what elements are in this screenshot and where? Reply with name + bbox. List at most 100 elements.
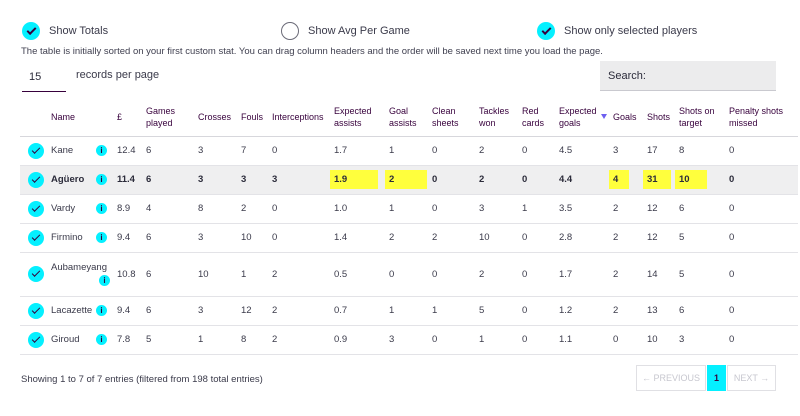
cell-xg: 4.4: [556, 165, 610, 195]
row-select-checkbox[interactable]: [28, 200, 44, 217]
cell-shots: 17: [644, 136, 676, 166]
column-header-shots-on-target[interactable]: Shots on target: [676, 98, 726, 137]
cell-xa: 0.5: [331, 252, 386, 297]
cell-shots: 12: [644, 194, 676, 224]
cell-interceptions: 2: [269, 325, 331, 355]
cell-games: 6: [143, 252, 195, 297]
cell-xa: 1.7: [331, 136, 386, 166]
row-select-checkbox[interactable]: [28, 171, 44, 188]
cell-goals: 0: [610, 325, 644, 355]
entries-info: Showing 1 to 7 of 7 entries (filtered fr…: [21, 374, 263, 385]
highlighted-value: 2: [385, 170, 427, 189]
column-header-clean-sheets[interactable]: Clean sheets: [429, 98, 476, 137]
cell-fouls: 12: [238, 296, 269, 326]
cell-interceptions: 0: [269, 194, 331, 224]
table-row[interactable]: Aubameyang i 10.8 6 10 1 2 0.5 0 0 2 0 1.7 2 14 5 0: [20, 252, 798, 297]
cell-xa: 1.0: [331, 194, 386, 224]
page-1-button[interactable]: 1: [707, 365, 726, 391]
cell-crosses: 10: [195, 252, 238, 297]
column-header-expected-assists[interactable]: Expected assists: [331, 98, 386, 137]
column-header-fouls[interactable]: Fouls: [238, 98, 269, 137]
info-icon[interactable]: i: [96, 203, 107, 214]
cell-pen: 0: [726, 252, 798, 297]
cell-sot: 5: [676, 252, 726, 297]
show-totals-checkbox[interactable]: [22, 22, 40, 40]
check-icon: [31, 231, 41, 241]
player-name: Giroud: [51, 334, 80, 345]
table-row[interactable]: Agüero i 11.4 6 3 3 3 1.9 2 0 2 0 4.4 4 31 10 0: [20, 165, 798, 195]
info-icon[interactable]: i: [96, 174, 107, 185]
column-header-shots[interactable]: Shots: [644, 98, 676, 137]
show-avg-checkbox[interactable]: [281, 22, 299, 40]
cell-xg: 1.1: [556, 325, 610, 355]
player-name-cell: Firmino i: [48, 223, 114, 253]
column-header-tackles-won[interactable]: Tackles won: [476, 98, 519, 137]
row-select-checkbox[interactable]: [28, 229, 44, 246]
show-avg-option[interactable]: Show Avg Per Game: [281, 20, 410, 42]
cell-interceptions: 3: [269, 165, 331, 195]
row-select-cell: [20, 296, 48, 326]
column-header-select: [20, 98, 48, 137]
records-per-page-select[interactable]: 15: [22, 62, 66, 92]
cell-red: 0: [519, 223, 556, 253]
column-header-goals[interactable]: Goals: [610, 98, 644, 137]
cell-interceptions: 0: [269, 223, 331, 253]
search-input[interactable]: Search:: [600, 61, 776, 91]
column-header-games-played[interactable]: Games played: [143, 98, 195, 137]
info-icon[interactable]: i: [99, 275, 110, 286]
cell-pen: 0: [726, 296, 798, 326]
show-selected-checkbox[interactable]: [537, 22, 555, 40]
info-icon[interactable]: i: [96, 334, 107, 345]
cell-crosses: 3: [195, 165, 238, 195]
column-header-crosses[interactable]: Crosses: [195, 98, 238, 137]
cell-tackles: 2: [476, 252, 519, 297]
table-row[interactable]: Vardy i 8.9 4 8 2 0 1.0 1 0 3 1 3.5 2 12 6 0: [20, 194, 798, 224]
column-header-name[interactable]: Name: [48, 98, 114, 137]
row-select-checkbox[interactable]: [28, 266, 44, 282]
cell-red: 1: [519, 194, 556, 224]
player-name-cell: Lacazette i: [48, 296, 114, 326]
cell-shots: 31: [643, 165, 676, 195]
table-row[interactable]: Firmino i 9.4 6 3 10 0 1.4 2 2 10 0 2.8 2 12 5 0: [20, 223, 798, 253]
cell-goals: 4: [609, 165, 644, 195]
cell-price: 7.8: [114, 325, 143, 355]
column-header-goal-assists[interactable]: Goal assists: [386, 98, 429, 137]
cell-fouls: 7: [238, 136, 269, 166]
check-icon: [31, 304, 41, 314]
stats-table: Name £ Games played Crosses Fouls Interc…: [20, 98, 798, 355]
cell-clean: 0: [429, 325, 476, 355]
column-header-interceptions[interactable]: Interceptions: [269, 98, 331, 137]
cell-pen: 0: [726, 136, 798, 166]
next-page-button[interactable]: NEXT →: [727, 365, 776, 391]
table-row[interactable]: Giroud i 7.8 5 1 8 2 0.9 3 0 1 0 1.1 0 10 3 0: [20, 325, 798, 355]
cell-pen: 0: [726, 165, 798, 195]
cell-goals: 2: [610, 223, 644, 253]
row-select-checkbox[interactable]: [28, 142, 44, 159]
row-select-cell: [20, 165, 48, 195]
highlighted-value: 4: [609, 170, 629, 189]
column-header-red-cards[interactable]: Red cards: [519, 98, 556, 137]
previous-page-button[interactable]: ← PREVIOUS: [636, 365, 706, 391]
highlighted-value: 31: [643, 170, 671, 189]
show-selected-option[interactable]: Show only selected players: [537, 20, 697, 42]
column-header-expected-goals-label: Expected goals: [559, 105, 597, 128]
player-name-cell: Kane i: [48, 136, 114, 166]
cell-shots: 12: [644, 223, 676, 253]
cell-price: 9.4: [114, 223, 143, 253]
cell-price: 8.9: [114, 194, 143, 224]
row-select-checkbox[interactable]: [28, 302, 44, 319]
info-icon[interactable]: i: [96, 232, 107, 243]
row-select-cell: [20, 325, 48, 355]
table-row[interactable]: Lacazette i 9.4 6 3 12 2 0.7 1 1 5 0 1.2 2 13 6 0: [20, 296, 798, 326]
info-icon[interactable]: i: [96, 305, 107, 316]
info-icon[interactable]: i: [96, 145, 107, 156]
cell-price: 11.4: [114, 165, 143, 195]
column-header-penalty-shots-missed[interactable]: Penalty shots missed: [726, 98, 798, 137]
column-header-price[interactable]: £: [114, 98, 143, 137]
row-select-checkbox[interactable]: [28, 331, 44, 348]
table-row[interactable]: Kane i 12.4 6 3 7 0 1.7 1 0 2 0 4.5 3 17 8 0: [20, 136, 798, 166]
column-header-expected-goals[interactable]: Expected goals: [556, 98, 610, 137]
cell-crosses: 3: [195, 296, 238, 326]
cell-assists: 1: [386, 136, 429, 166]
show-totals-option[interactable]: Show Totals: [22, 20, 108, 42]
